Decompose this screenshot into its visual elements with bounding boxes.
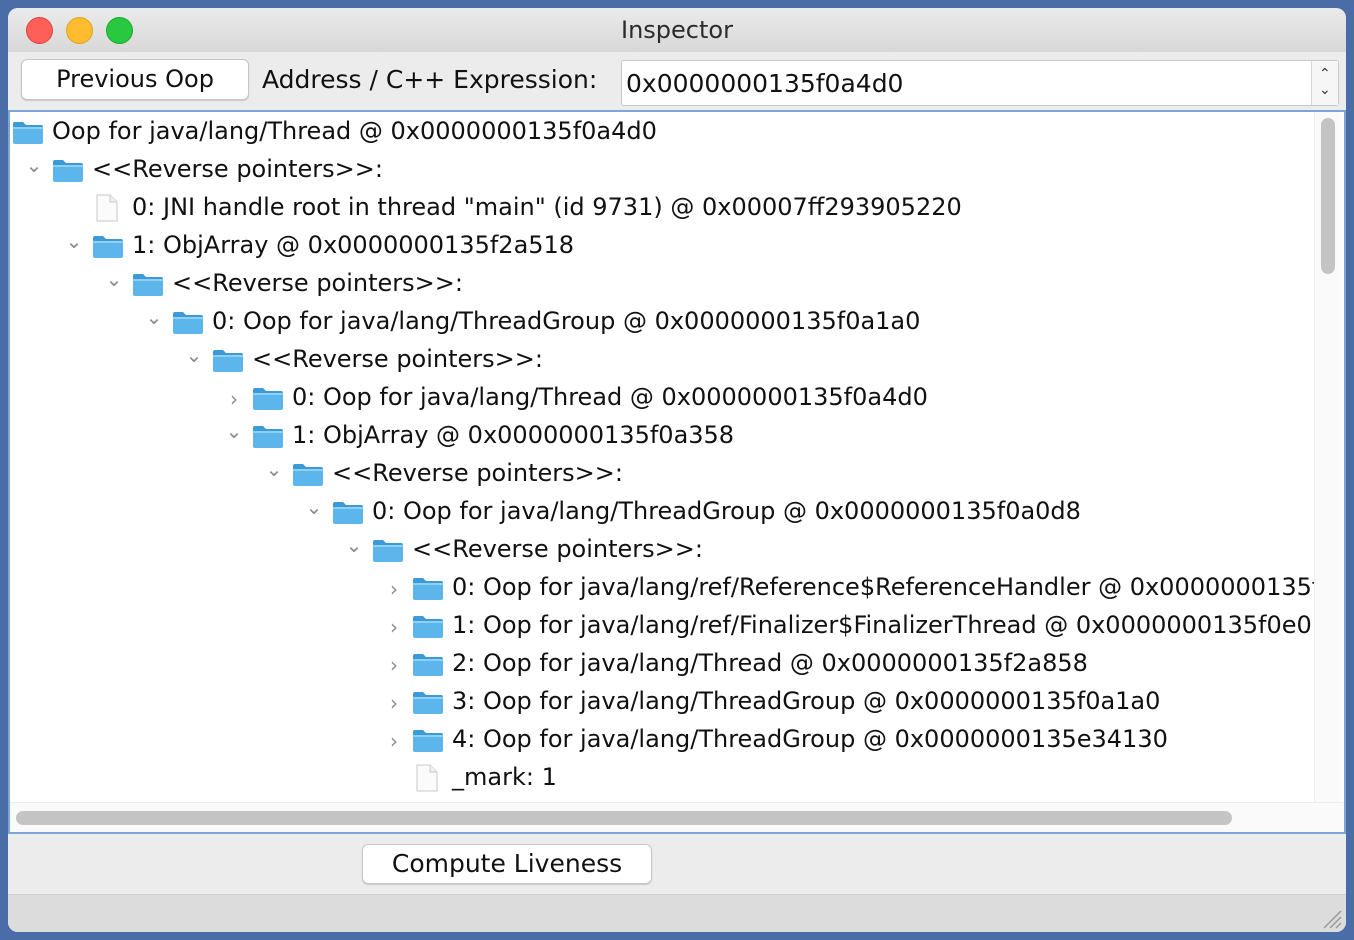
tree-row-label: <<Reverse pointers>>:: [252, 345, 543, 373]
chevron-right-icon[interactable]: ›: [384, 577, 404, 601]
tree-row-label: <<Reverse pointers>>:: [172, 269, 463, 297]
compute-liveness-button[interactable]: Compute Liveness: [362, 844, 652, 884]
resize-grip-icon[interactable]: [1318, 905, 1342, 929]
tree-row-label: Oop for java/lang/Thread @ 0x0000000135f…: [52, 117, 657, 145]
chevron-right-icon[interactable]: ›: [384, 615, 404, 639]
horizontal-scroll-thumb[interactable]: [16, 811, 1232, 825]
folder-icon: [412, 577, 444, 601]
address-label: Address / C++ Expression:: [262, 65, 598, 94]
address-input[interactable]: 0x0000000135f0a4d0 ⌃ ⌄: [621, 60, 1339, 106]
chevron-up-icon[interactable]: ⌃: [1319, 67, 1331, 81]
tree-row-label: 1: ObjArray @ 0x0000000135f0a358: [292, 421, 735, 449]
chevron-down-icon[interactable]: ⌄: [304, 495, 324, 519]
folder-icon: [412, 615, 444, 639]
toolbar: Previous Oop Address / C++ Expression: 0…: [8, 52, 1346, 110]
tree-row-label: <<Reverse pointers>>:: [412, 535, 703, 563]
horizontal-scrollbar[interactable]: [10, 802, 1344, 832]
tree-row-label: 0: JNI handle root in thread "main" (id …: [132, 193, 962, 221]
folder-icon: [292, 463, 324, 487]
folder-icon: [252, 387, 284, 411]
vertical-scrollbar[interactable]: [1314, 112, 1341, 802]
document-icon: [96, 194, 118, 222]
folder-icon: [212, 349, 244, 373]
previous-oop-button[interactable]: Previous Oop: [21, 59, 249, 100]
chevron-right-icon[interactable]: ›: [384, 653, 404, 677]
folder-icon: [372, 539, 404, 563]
chevron-down-icon[interactable]: ⌄: [64, 229, 84, 253]
tree-row-label: 0: Oop for java/lang/ThreadGroup @ 0x000…: [212, 307, 921, 335]
tree-row-label: <<Reverse pointers>>:: [92, 155, 383, 183]
vertical-scroll-thumb[interactable]: [1321, 118, 1335, 274]
bottom-bar: Compute Liveness: [8, 834, 1346, 932]
chevron-down-icon[interactable]: ⌄: [24, 153, 44, 177]
folder-icon: [132, 273, 164, 297]
address-value[interactable]: 0x0000000135f0a4d0: [626, 69, 903, 98]
oop-tree-view[interactable]: Oop for java/lang/Thread @ 0x0000000135f…: [8, 110, 1346, 834]
tree-row-label: 4: Oop for java/lang/ThreadGroup @ 0x000…: [452, 725, 1168, 753]
title-bar[interactable]: Inspector: [8, 8, 1346, 52]
folder-icon: [52, 159, 84, 183]
chevron-down-icon[interactable]: ⌄: [344, 533, 364, 557]
tree-row-label: <<Reverse pointers>>:: [332, 459, 623, 487]
window-title: Inspector: [621, 16, 733, 44]
tree-row-label: 1: Oop for java/lang/ref/Finalizer$Final…: [452, 611, 1312, 639]
address-dropdown-stepper[interactable]: ⌃ ⌄: [1311, 61, 1338, 105]
chevron-down-icon[interactable]: ⌄: [104, 267, 124, 291]
chevron-right-icon[interactable]: ›: [384, 691, 404, 715]
folder-icon: [92, 235, 124, 259]
tree-row-label: 2: Oop for java/lang/Thread @ 0x00000001…: [452, 649, 1088, 677]
folder-icon: [412, 691, 444, 715]
chevron-right-icon[interactable]: ›: [224, 387, 244, 411]
inspector-window: Inspector Previous Oop Address / C++ Exp…: [8, 8, 1346, 932]
folder-icon: [252, 425, 284, 449]
chevron-down-icon[interactable]: ⌄: [1319, 83, 1331, 97]
folder-icon: [12, 121, 44, 145]
tree-row-label: 0: Oop for java/lang/Thread @ 0x00000001…: [292, 383, 928, 411]
chevron-right-icon[interactable]: ›: [384, 729, 404, 753]
status-bar: [8, 894, 1346, 932]
tree-row-label: _mark: 1: [452, 763, 557, 791]
tree-row-label: 0: Oop for java/lang/ref/Reference$Refer…: [452, 573, 1321, 601]
document-icon: [416, 764, 438, 792]
chevron-down-icon[interactable]: ⌄: [224, 419, 244, 443]
folder-icon: [172, 311, 204, 335]
folder-icon: [412, 653, 444, 677]
tree-row-label: 1: ObjArray @ 0x0000000135f2a518: [132, 231, 575, 259]
folder-icon: [412, 729, 444, 753]
chevron-down-icon[interactable]: ⌄: [264, 457, 284, 481]
folder-icon: [332, 501, 364, 525]
tree-row-label: 0: Oop for java/lang/ThreadGroup @ 0x000…: [372, 497, 1081, 525]
chevron-down-icon[interactable]: ⌄: [184, 343, 204, 367]
chevron-down-icon[interactable]: ⌄: [144, 305, 164, 329]
tree-row-label: 3: Oop for java/lang/ThreadGroup @ 0x000…: [452, 687, 1161, 715]
